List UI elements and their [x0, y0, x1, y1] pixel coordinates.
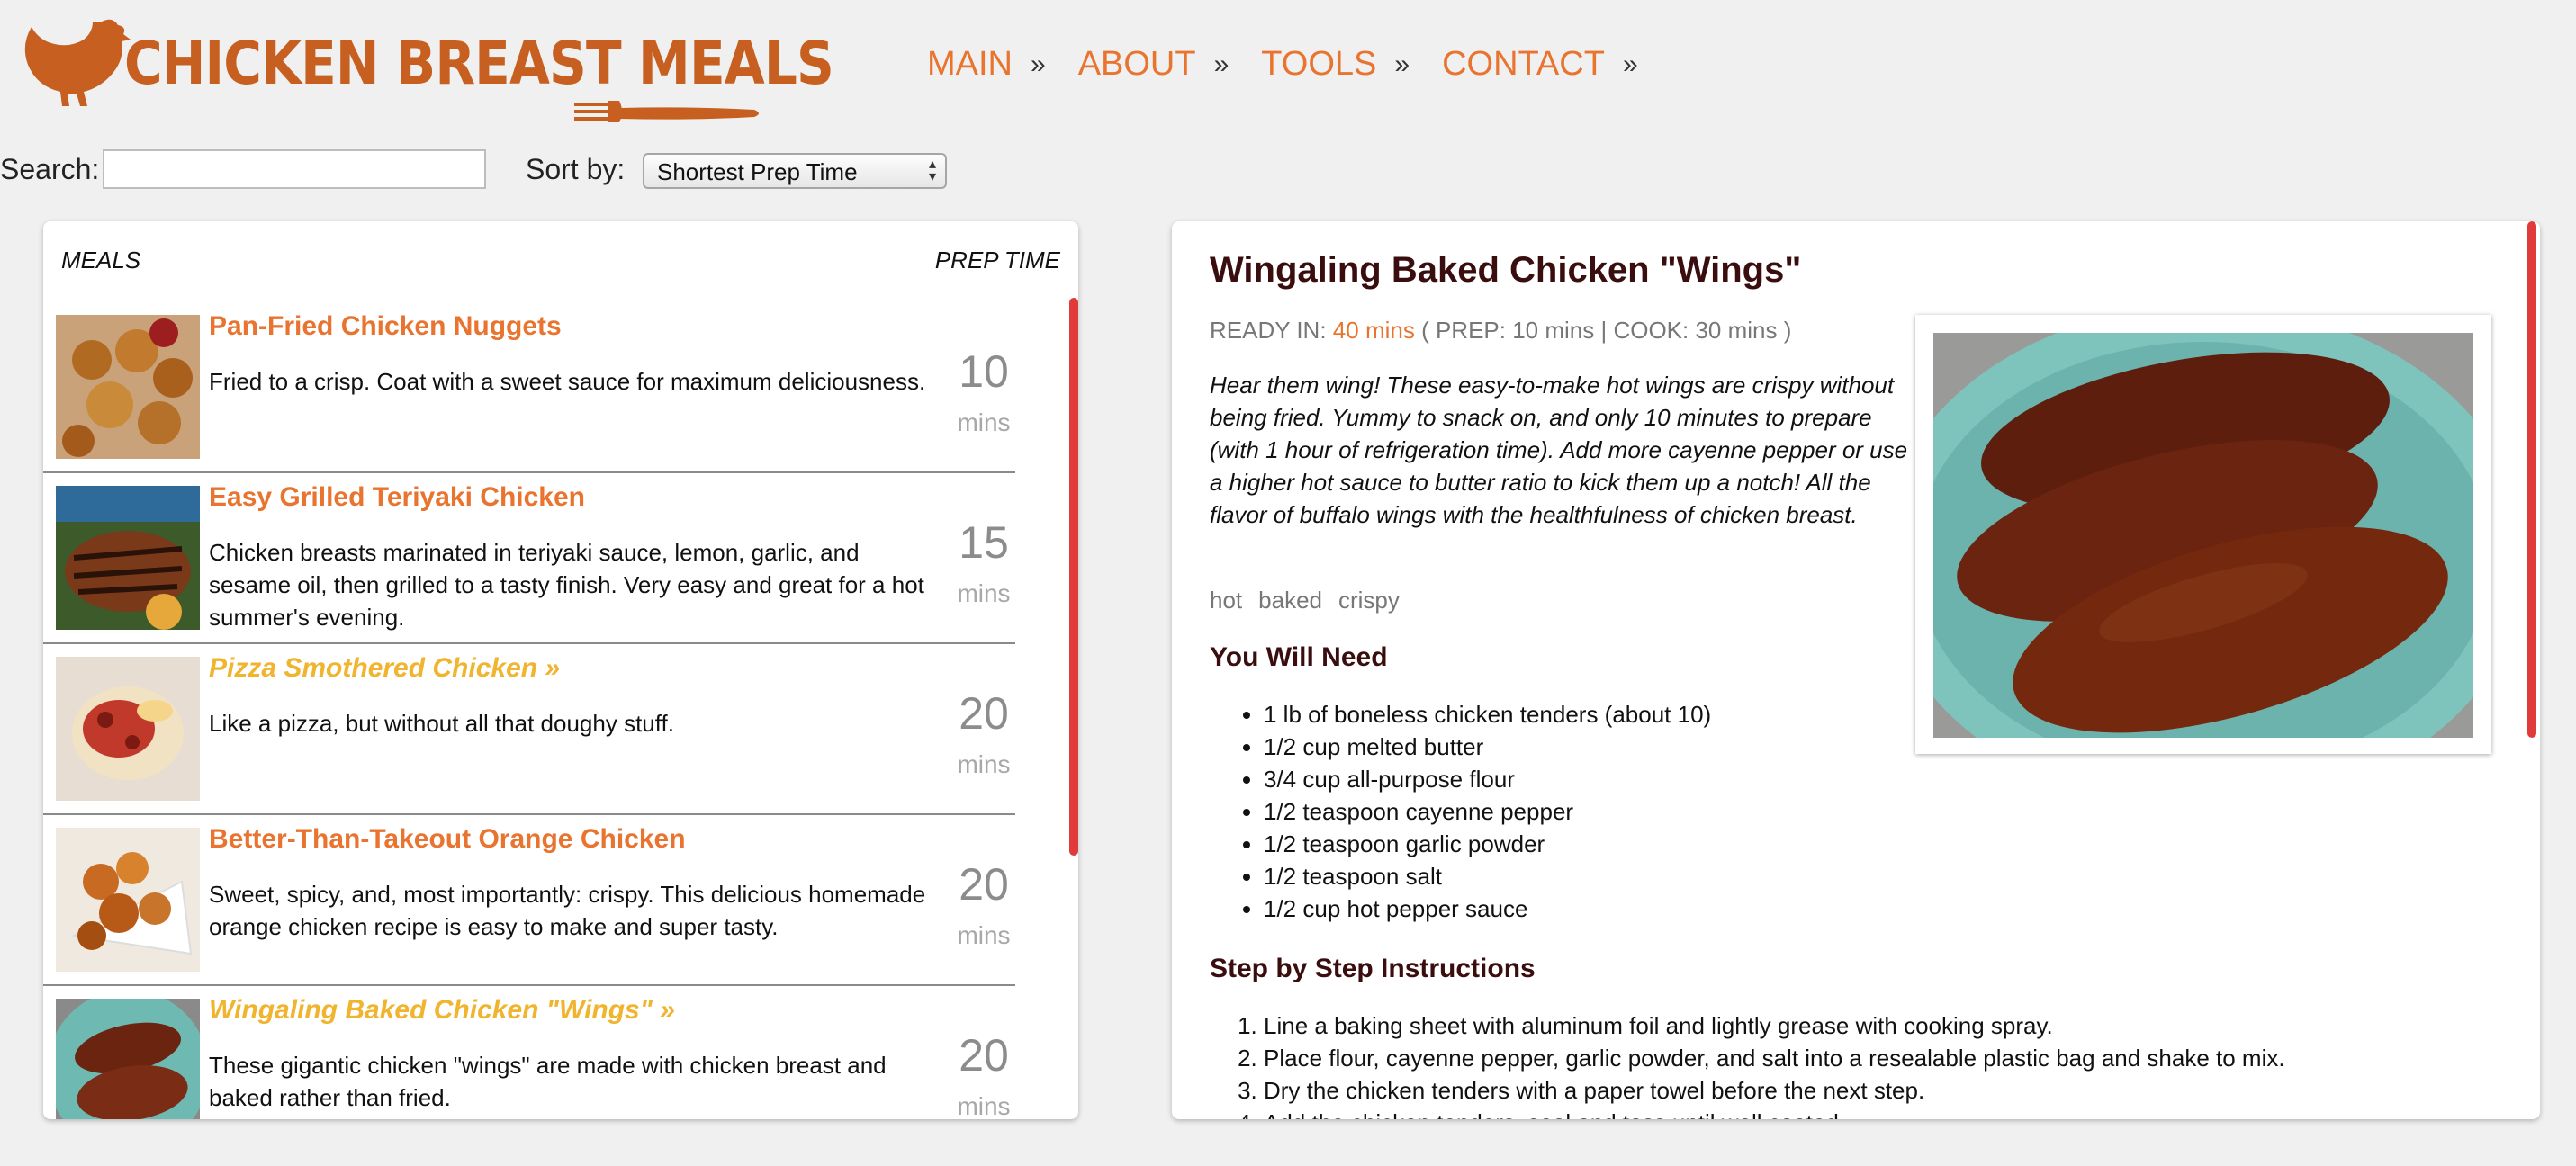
ready-in-line: READY IN: 40 mins ( PREP: 10 mins | COOK…	[1210, 317, 1791, 345]
meal-title[interactable]: Pizza Smothered Chicken »	[209, 653, 560, 684]
select-arrows-icon: ▴ ▾	[928, 157, 936, 184]
recipe-photo-frame	[1915, 315, 2491, 754]
nav-link-contact[interactable]: CONTACT	[1442, 45, 1605, 84]
prep-time-unit: mins	[957, 921, 1011, 949]
meals-scrollbar[interactable]	[1069, 298, 1078, 856]
ingredient-item: 1/2 cup melted butter	[1264, 731, 1711, 763]
nav-separator: »	[1394, 49, 1410, 79]
ingredient-item: 1/2 teaspoon salt	[1264, 860, 1711, 892]
prep-time-unit: mins	[957, 750, 1011, 778]
you-will-need-heading: You Will Need	[1210, 642, 1388, 672]
meal-description: Chicken breasts marinated in teriyaki sa…	[209, 539, 924, 631]
prep-time-value: 20	[959, 1030, 1009, 1081]
meal-title[interactable]: Better-Than-Takeout Orange Chicken	[209, 824, 686, 855]
tag[interactable]: baked	[1258, 587, 1322, 614]
instruction-step: Line a baking sheet with aluminum foil a…	[1264, 1009, 2434, 1042]
tag[interactable]: crispy	[1338, 587, 1400, 614]
nav-separator: »	[1213, 49, 1229, 79]
ingredient-item: 1/2 teaspoon cayenne pepper	[1264, 795, 1711, 828]
recipe-photo[interactable]	[1933, 333, 2473, 738]
prep-time-unit: mins	[957, 579, 1011, 607]
sort-select[interactable]: Shortest Prep Time ▴ ▾	[643, 153, 947, 189]
sort-label: Sort by:	[526, 153, 626, 185]
prep-time-unit: mins	[957, 408, 1011, 436]
instruction-step: Place flour, cayenne pepper, garlic powd…	[1264, 1042, 2434, 1074]
meal-description: Fried to a crisp. Coat with a sweet sauc…	[209, 368, 926, 395]
ingredient-item: 3/4 cup all-purpose flour	[1264, 763, 1711, 795]
meal-row[interactable]: Pizza Smothered Chicken » Like a pizza, …	[43, 644, 1015, 815]
logo-text: CHICKEN BREAST MEALS	[124, 29, 834, 98]
meals-column-header[interactable]: MEALS	[61, 247, 140, 274]
nav-item-tools: TOOLS »	[1261, 45, 1410, 84]
meal-title[interactable]: Easy Grilled Teriyaki Chicken	[209, 482, 585, 513]
nav-item-contact: CONTACT »	[1442, 45, 1638, 84]
recipe-title: Wingaling Baked Chicken "Wings"	[1210, 250, 1802, 290]
site-logo[interactable]: CHICKEN BREAST MEALS	[16, 13, 834, 130]
meal-description: Like a pizza, but without all that dough…	[209, 710, 674, 737]
meal-description: Sweet, spicy, and, most importantly: cri…	[209, 881, 926, 940]
nav-link-main[interactable]: MAIN	[927, 45, 1013, 84]
meal-thumbnail[interactable]	[56, 486, 200, 630]
sort-selected-value: Shortest Prep Time	[657, 158, 858, 185]
ingredient-item: 1 lb of boneless chicken tenders (about …	[1264, 698, 1711, 731]
ingredient-list: 1 lb of boneless chicken tenders (about …	[1226, 698, 1711, 925]
instruction-step: Add the chicken tenders, seal and toss u…	[1264, 1107, 2434, 1119]
main-nav: MAIN » ABOUT » TOOLS » CONTACT »	[927, 45, 1671, 84]
prep-time-value: 20	[959, 688, 1009, 739]
meal-thumbnail[interactable]	[56, 657, 200, 801]
nav-item-about: ABOUT »	[1078, 45, 1229, 84]
instructions-heading: Step by Step Instructions	[1210, 954, 1536, 983]
meal-thumbnail[interactable]	[56, 999, 200, 1119]
prep-time-value: 10	[959, 346, 1009, 397]
ingredient-item: 1/2 cup hot pepper sauce	[1264, 892, 1711, 925]
instruction-list: Line a baking sheet with aluminum foil a…	[1226, 1009, 2434, 1119]
nav-link-tools[interactable]: TOOLS	[1261, 45, 1376, 84]
meal-row[interactable]: Easy Grilled Teriyaki Chicken Chicken br…	[43, 473, 1015, 644]
search-label: Search:	[0, 153, 100, 185]
ingredient-item: 1/2 teaspoon garlic powder	[1264, 828, 1711, 860]
tag[interactable]: hot	[1210, 587, 1242, 614]
prep-time-value: 20	[959, 859, 1009, 910]
nav-item-main: MAIN »	[927, 45, 1046, 84]
recipe-intro: Hear them wing! These easy-to-make hot w…	[1210, 372, 1908, 528]
prep-time-value: 15	[959, 517, 1009, 568]
nav-separator: »	[1031, 49, 1046, 79]
meal-thumbnail[interactable]	[56, 828, 200, 972]
meals-panel: MEALS PREP TIME Pan-Fried Chicken Nugget…	[43, 221, 1078, 1119]
meal-thumbnail[interactable]	[56, 315, 200, 459]
prep-time-column-header[interactable]: PREP TIME	[935, 247, 1060, 274]
meal-list: Pan-Fried Chicken Nuggets Fried to a cri…	[43, 302, 1015, 1119]
instruction-step: Dry the chicken tenders with a paper tow…	[1264, 1074, 2434, 1107]
meals-header: MEALS PREP TIME	[43, 221, 1078, 302]
nav-separator: »	[1622, 49, 1638, 79]
recipe-detail-panel: Wingaling Baked Chicken "Wings" READY IN…	[1172, 221, 2540, 1119]
chicken-icon	[24, 19, 131, 106]
meal-title[interactable]: Wingaling Baked Chicken "Wings" »	[209, 995, 675, 1026]
detail-scrollbar[interactable]	[2527, 221, 2536, 738]
meal-row[interactable]: Wingaling Baked Chicken "Wings" » These …	[43, 986, 1015, 1119]
meal-title[interactable]: Pan-Fried Chicken Nuggets	[209, 311, 562, 342]
meal-row[interactable]: Better-Than-Takeout Orange Chicken Sweet…	[43, 815, 1015, 986]
prep-cook-breakdown: ( PREP: 10 mins | COOK: 30 mins )	[1421, 317, 1792, 344]
ready-in-total: 40 mins	[1332, 317, 1415, 344]
fork-icon	[574, 101, 759, 122]
recipe-tags: hot baked crispy	[1210, 587, 1400, 614]
search-input[interactable]	[103, 149, 486, 189]
prep-time-unit: mins	[957, 1092, 1011, 1119]
meal-row[interactable]: Pan-Fried Chicken Nuggets Fried to a cri…	[43, 302, 1015, 473]
ready-in-label: READY IN:	[1210, 317, 1327, 344]
nav-link-about[interactable]: ABOUT	[1078, 45, 1196, 84]
meal-description: These gigantic chicken "wings" are made …	[209, 1052, 887, 1111]
